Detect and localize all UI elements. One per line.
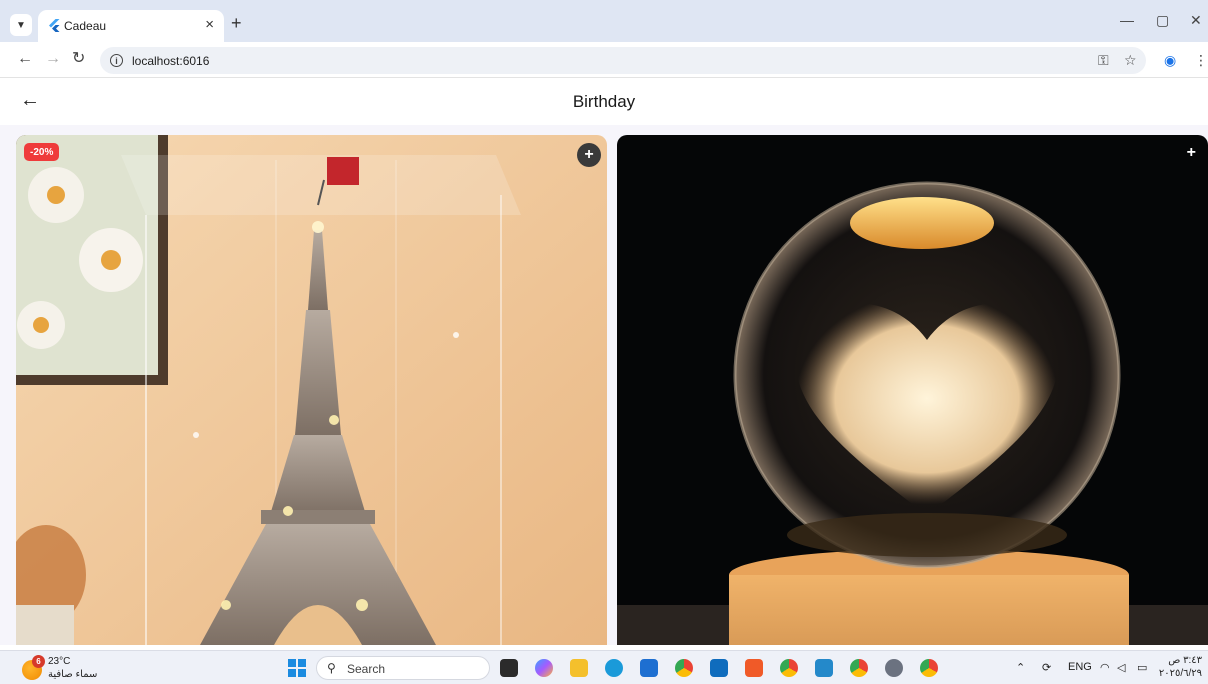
discount-badge: -20% — [24, 143, 60, 161]
profile-icon[interactable]: ◉ — [1164, 52, 1176, 69]
copilot-icon[interactable] — [535, 659, 553, 677]
tray-sync-icon[interactable]: ⟳ — [1042, 661, 1051, 674]
product-card[interactable]: -20% + — [16, 135, 607, 645]
search-icon: ⚲ — [327, 661, 336, 675]
outlook-icon[interactable] — [710, 659, 728, 677]
product-grid: -20% + + — [0, 125, 1208, 645]
tray-chevron-icon[interactable]: ⌃ — [1016, 661, 1025, 674]
chrome-icon[interactable] — [675, 659, 693, 677]
menu-kebab-icon[interactable]: ⋮ — [1194, 52, 1208, 69]
vscode-icon[interactable] — [815, 659, 833, 677]
crystal-ball-heart-image — [617, 135, 1208, 645]
app-header: ← Birthday — [0, 79, 1208, 125]
new-tab-button[interactable]: + — [231, 14, 242, 32]
clock-time[interactable]: ٣:٤٣ ص — [1168, 655, 1202, 666]
browser-tab-bar: ▼ Cadeau × + — ▢ ✕ — [0, 0, 1208, 42]
clock-date[interactable]: ٢٠٢٥/٦/٢٩ — [1159, 668, 1202, 679]
restore-button[interactable]: ▢ — [1156, 13, 1169, 27]
add-to-cart-button[interactable]: + — [1187, 145, 1196, 161]
chrome-profile-2-icon[interactable] — [850, 659, 868, 677]
minimize-button[interactable]: — — [1120, 13, 1134, 27]
xampp-icon[interactable] — [745, 659, 763, 677]
add-to-cart-button[interactable]: + — [577, 143, 601, 167]
reload-icon[interactable]: ↻ — [72, 51, 85, 67]
browser-toolbar: ← → ↻ i localhost:6016 ⚿ ☆ ◉ ⋮ — [0, 42, 1208, 78]
tab-title: Cadeau — [64, 19, 107, 33]
file-explorer-icon[interactable] — [570, 659, 588, 677]
flutter-icon — [49, 19, 60, 32]
wifi-icon[interactable]: ◠ — [1100, 661, 1110, 674]
edge-icon[interactable] — [605, 659, 623, 677]
windows-start-icon[interactable] — [288, 659, 306, 677]
back-icon[interactable]: ← — [17, 51, 33, 67]
settings-gear-icon[interactable] — [885, 659, 903, 677]
tab-search-button[interactable]: ▼ — [10, 14, 32, 36]
search-placeholder: Search — [347, 662, 386, 676]
windows-taskbar: 6 23°C سماء صافية ⚲ Search ⌃ ⟳ ENG ◠ ◁ ▭… — [0, 650, 1208, 684]
chrome-profile-icon[interactable] — [780, 659, 798, 677]
password-key-icon[interactable]: ⚿ — [1098, 52, 1109, 69]
product-card[interactable]: + — [617, 135, 1208, 645]
url-text: localhost:6016 — [132, 54, 210, 68]
forward-icon[interactable]: → — [45, 51, 61, 67]
bookmark-star-icon[interactable]: ☆ — [1124, 52, 1137, 69]
close-window-button[interactable]: ✕ — [1190, 13, 1202, 27]
browser-tab-cadeau[interactable]: Cadeau × — [38, 10, 224, 42]
eiffel-tower-image — [16, 135, 607, 645]
page-title: Birthday — [572, 92, 636, 111]
weather-notification-badge: 6 — [32, 655, 45, 668]
volume-icon[interactable]: ◁ — [1117, 661, 1125, 674]
taskbar-search[interactable]: ⚲ Search — [316, 656, 490, 680]
language-indicator[interactable]: ENG — [1068, 661, 1092, 673]
chrome-active-icon[interactable] — [920, 659, 938, 677]
site-info-icon[interactable]: i — [110, 54, 123, 67]
weather-description: سماء صافية — [48, 669, 98, 680]
task-view-icon[interactable] — [500, 659, 518, 677]
tab-close-icon[interactable]: × — [205, 16, 214, 33]
address-bar[interactable]: i localhost:6016 ⚿ ☆ — [100, 47, 1146, 74]
store-icon[interactable] — [640, 659, 658, 677]
weather-temperature[interactable]: 23°C — [48, 656, 70, 667]
battery-icon[interactable]: ▭ — [1137, 661, 1147, 674]
